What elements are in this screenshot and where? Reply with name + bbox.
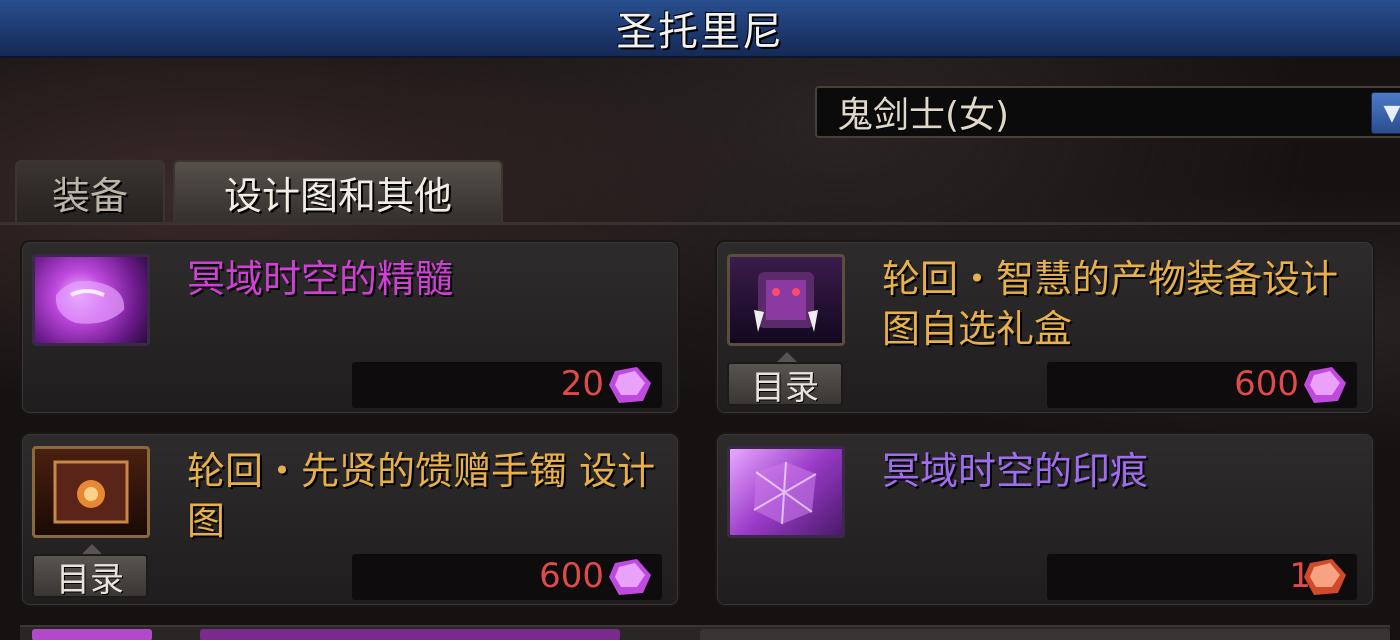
blueprint-scroll-icon (32, 446, 150, 538)
window-title-bar: 圣托里尼 (0, 0, 1400, 58)
window-title: 圣托里尼 (616, 9, 784, 55)
red-gem-icon (1301, 556, 1349, 598)
catalog-button[interactable]: 目录 (32, 544, 148, 600)
item-price: 600 (1234, 364, 1299, 404)
purple-crystal-essence-icon (32, 254, 150, 346)
price-bar: 20 (352, 362, 662, 408)
purple-gem-icon (606, 364, 654, 406)
shop-item-card[interactable]: 冥域时空的印痕 1 (715, 432, 1375, 607)
item-name: 轮回・先贤的馈赠手镯 设计图 (187, 449, 656, 543)
price-bar: 600 (352, 554, 662, 600)
partial-card (700, 629, 1390, 640)
tab-equipment[interactable]: 装备 (15, 160, 165, 222)
next-row-partial (20, 625, 1390, 640)
price-bar: 600 (1047, 362, 1357, 408)
shop-item-card[interactable]: 冥域时空的精髓 20 (20, 240, 680, 415)
tab-bar: 装备 设计图和其他 (15, 160, 503, 222)
partial-item-name (200, 629, 620, 640)
tab-divider (0, 222, 1400, 225)
purple-gem-icon (606, 556, 654, 598)
item-name: 冥域时空的印痕 (882, 449, 1149, 493)
item-price: 600 (539, 556, 604, 596)
cracked-purple-crystal-icon (727, 446, 845, 538)
dark-gift-box-icon (727, 254, 845, 346)
chevron-down-icon[interactable]: ▼ (1371, 92, 1400, 134)
class-select-value: 鬼剑士(女) (837, 95, 1010, 136)
tab-blueprints-and-other[interactable]: 设计图和其他 (173, 160, 503, 222)
shop-item-card[interactable]: 轮回・智慧的产物装备设计图自选礼盒 目录 600 (715, 240, 1375, 415)
shop-item-card[interactable]: 轮回・先贤的馈赠手镯 设计图 目录 600 (20, 432, 680, 607)
item-price: 20 (560, 364, 604, 404)
class-select[interactable]: 鬼剑士(女) ▼ (815, 86, 1400, 138)
price-bar: 1 (1047, 554, 1357, 600)
tab-blueprints-label: 设计图和其他 (223, 173, 452, 218)
catalog-button[interactable]: 目录 (727, 352, 843, 408)
purple-gem-icon (1301, 364, 1349, 406)
item-name: 冥域时空的精髓 (187, 257, 454, 301)
partial-icon (32, 629, 152, 640)
tab-equipment-label: 装备 (51, 173, 128, 218)
item-name: 轮回・智慧的产物装备设计图自选礼盒 (882, 257, 1339, 351)
